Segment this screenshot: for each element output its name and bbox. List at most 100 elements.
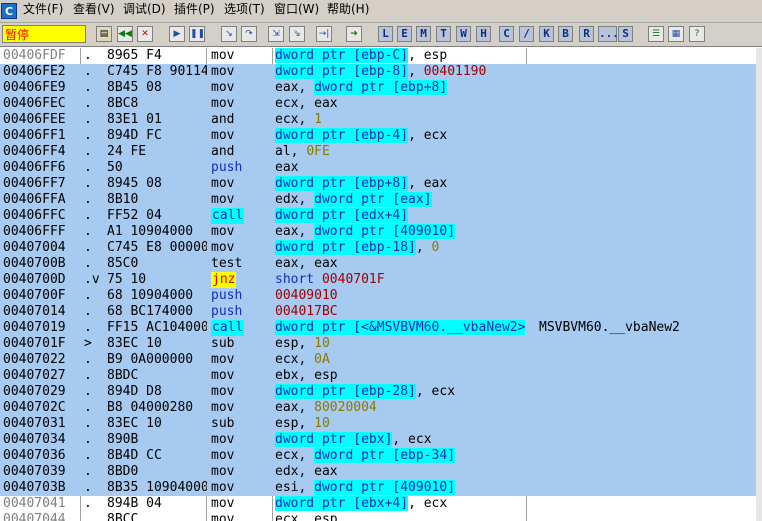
hex-bytes: 8BD0 (107, 464, 139, 479)
run-icon[interactable]: ▶ (169, 26, 185, 42)
address: 00407039 (3, 464, 66, 479)
mnemonic: mov (211, 400, 235, 415)
operands: esi, dword ptr [409010] (275, 480, 456, 495)
menu-debug[interactable]: 调试(D) (123, 0, 166, 22)
pause-icon[interactable]: ❚❚ (189, 26, 205, 42)
address: 0040700F (3, 288, 66, 303)
disasm-row[interactable]: 00407004. C745 E8 00000 mov dword ptr [ebp-… (0, 240, 762, 256)
menu-file[interactable]: 文件(F) (23, 0, 63, 22)
jump-marker: . (84, 368, 92, 383)
trace-over-icon[interactable]: ⇘ (289, 26, 305, 42)
address: 00406FDF (3, 48, 66, 63)
jump-marker: . (84, 128, 92, 143)
disasm-row[interactable]: 00406FFF. A1 10904000 mov eax, dword ptr [4… (0, 224, 762, 240)
disasm-row[interactable]: 00407039. 8BD0 mov edx, eax (0, 464, 762, 480)
hex-bytes: C745 E8 00000 (107, 240, 207, 255)
close-icon[interactable]: ✕ (137, 26, 153, 42)
help-icon[interactable]: ? (689, 26, 705, 42)
grid-view-icon[interactable]: ▦ (668, 26, 684, 42)
mnemonic: and (211, 144, 235, 159)
vertical-scrollbar[interactable] (756, 48, 762, 521)
app-icon[interactable]: C (1, 3, 17, 19)
disasm-row[interactable]: 00407019. FF15 AC104000 call dword ptr [<&M… (0, 320, 762, 336)
source-window-button[interactable]: S (618, 26, 633, 42)
disasm-row[interactable]: 00406FFA. 8B10 mov edx, dword ptr [eax] (0, 192, 762, 208)
disasm-row[interactable]: 0040702C. B8 04000280 mov eax, 80020004 (0, 400, 762, 416)
threads-window-button[interactable]: T (436, 26, 451, 42)
mnemonic: call (211, 320, 245, 336)
operands: eax, 80020004 (275, 400, 377, 415)
disasm-row[interactable]: 00407034. 890B mov dword ptr [ebx], ecx (0, 432, 762, 448)
disasm-row[interactable]: 00407014. 68 BC174000 push 004017BC (0, 304, 762, 320)
disasm-row[interactable]: 00406FEE. 83E1 01 and ecx, 1 (0, 112, 762, 128)
hex-bytes: 83EC 10 (107, 416, 162, 431)
disasm-row[interactable]: 0040700D .v 75 10 jnz short 0040701F (0, 272, 762, 288)
hex-bytes: 83EC 10 (107, 336, 162, 351)
disasm-row[interactable]: 00407029. 894D D8 mov dword ptr [ebp-28], e… (0, 384, 762, 400)
mnemonic: mov (211, 64, 235, 79)
call-stack-window-button[interactable]: K (539, 26, 554, 42)
disasm-row[interactable]: 0040703B. 8B35 10904000 mov esi, dword ptr … (0, 480, 762, 496)
disasm-row[interactable]: 00406FEC. 8BC8 mov ecx, eax (0, 96, 762, 112)
jump-marker: . (84, 160, 92, 175)
disasm-row[interactable]: 00407027. 8BDC mov ebx, esp (0, 368, 762, 384)
disasm-row[interactable]: 0040701F >83EC 10 sub esp, 10 (0, 336, 762, 352)
trace-into-icon[interactable]: ⇲ (268, 26, 284, 42)
disasm-row[interactable]: 00406FF4. 24 FE and al, 0FE (0, 144, 762, 160)
disasm-row[interactable]: 00407036. 8B4D CC mov ecx, dword ptr [ebp-3… (0, 448, 762, 464)
go-to-icon[interactable]: ➜ (346, 26, 362, 42)
disasm-row[interactable]: 00406FF7. 8945 08 mov dword ptr [ebp+8], ea… (0, 176, 762, 192)
execute-till-return-icon[interactable]: →| (316, 26, 332, 42)
operands: eax (275, 160, 299, 175)
address: 00407036 (3, 448, 66, 463)
mnemonic: mov (211, 176, 235, 191)
open-file-icon[interactable]: ▤ (96, 26, 112, 42)
hex-bytes: 50 (107, 160, 123, 175)
operands: ecx, 1 (275, 112, 322, 127)
disasm-row[interactable]: 00406FDF. 8965 F4 mov dword ptr [ebp-C], es… (0, 48, 762, 64)
operands: eax, eax (275, 256, 338, 271)
menu-view[interactable]: 查看(V) (73, 0, 115, 22)
disasm-row[interactable]: 00406FE9. 8B45 08 mov eax, dword ptr [ebp+8… (0, 80, 762, 96)
hex-bytes: 8945 08 (107, 176, 162, 191)
disasm-row[interactable]: 00406FE2. C745 F8 90114 mov dword ptr [ebp-… (0, 64, 762, 80)
step-over-icon[interactable]: ↷ (241, 26, 257, 42)
memory-window-button[interactable]: M (416, 26, 431, 42)
restart-icon[interactable]: ◀◀ (117, 26, 133, 42)
jump-marker: . (84, 288, 92, 303)
modules-window-button[interactable]: E (397, 26, 412, 42)
references-window-button[interactable]: R (579, 26, 594, 42)
patches-window-button[interactable]: / (519, 26, 534, 42)
disasm-row[interactable]: 00407031. 83EC 10 sub esp, 10 (0, 416, 762, 432)
disasm-row[interactable]: 0040700F. 68 10904000 push 00409010 (0, 288, 762, 304)
jump-marker: . (84, 64, 92, 79)
step-into-icon[interactable]: ↘ (221, 26, 237, 42)
log-window-button[interactable]: L (378, 26, 393, 42)
menu-help[interactable]: 帮助(H) (327, 0, 369, 22)
jump-marker: . (84, 240, 92, 255)
address: 00406FFF (3, 224, 66, 239)
menu-window[interactable]: 窗口(W) (274, 0, 319, 22)
cpu-window-button[interactable]: C (499, 26, 514, 42)
jump-marker: . (84, 112, 92, 127)
jump-marker: . (84, 224, 92, 239)
hex-bytes: 8BCC (107, 512, 139, 521)
disassembly-pane[interactable]: 00406FDF. 8965 F4 mov dword ptr [ebp-C], es… (0, 48, 762, 521)
disasm-row[interactable]: 00407022. B9 0A000000 mov ecx, 0A (0, 352, 762, 368)
disasm-row[interactable]: 00407041. 894B 04 mov dword ptr [ebx+4], ec… (0, 496, 762, 512)
disasm-row[interactable]: 00406FF1. 894D FC mov dword ptr [ebp-4], ec… (0, 128, 762, 144)
hex-bytes: 8B4D CC (107, 448, 162, 463)
disasm-row[interactable]: 00407044. 8BCC mov ecx, esp (0, 512, 762, 521)
breakpoints-window-button[interactable]: B (558, 26, 573, 42)
disasm-row[interactable]: 00406FF6. 50 push eax (0, 160, 762, 176)
windows-window-button[interactable]: W (456, 26, 471, 42)
list-view-icon[interactable]: ☰ (648, 26, 664, 42)
handles-window-button[interactable]: H (476, 26, 491, 42)
menu-plugins[interactable]: 插件(P) (174, 0, 215, 22)
run-trace-window-button[interactable]: ... (598, 26, 619, 42)
disasm-row[interactable]: 00406FFC. FF52 04 call dword ptr [edx+4] (0, 208, 762, 224)
disasm-row[interactable]: 0040700B. 85C0 test eax, eax (0, 256, 762, 272)
operands: esp, 10 (275, 416, 330, 431)
address: 00406FF6 (3, 160, 66, 175)
menu-options[interactable]: 选项(T) (224, 0, 265, 22)
